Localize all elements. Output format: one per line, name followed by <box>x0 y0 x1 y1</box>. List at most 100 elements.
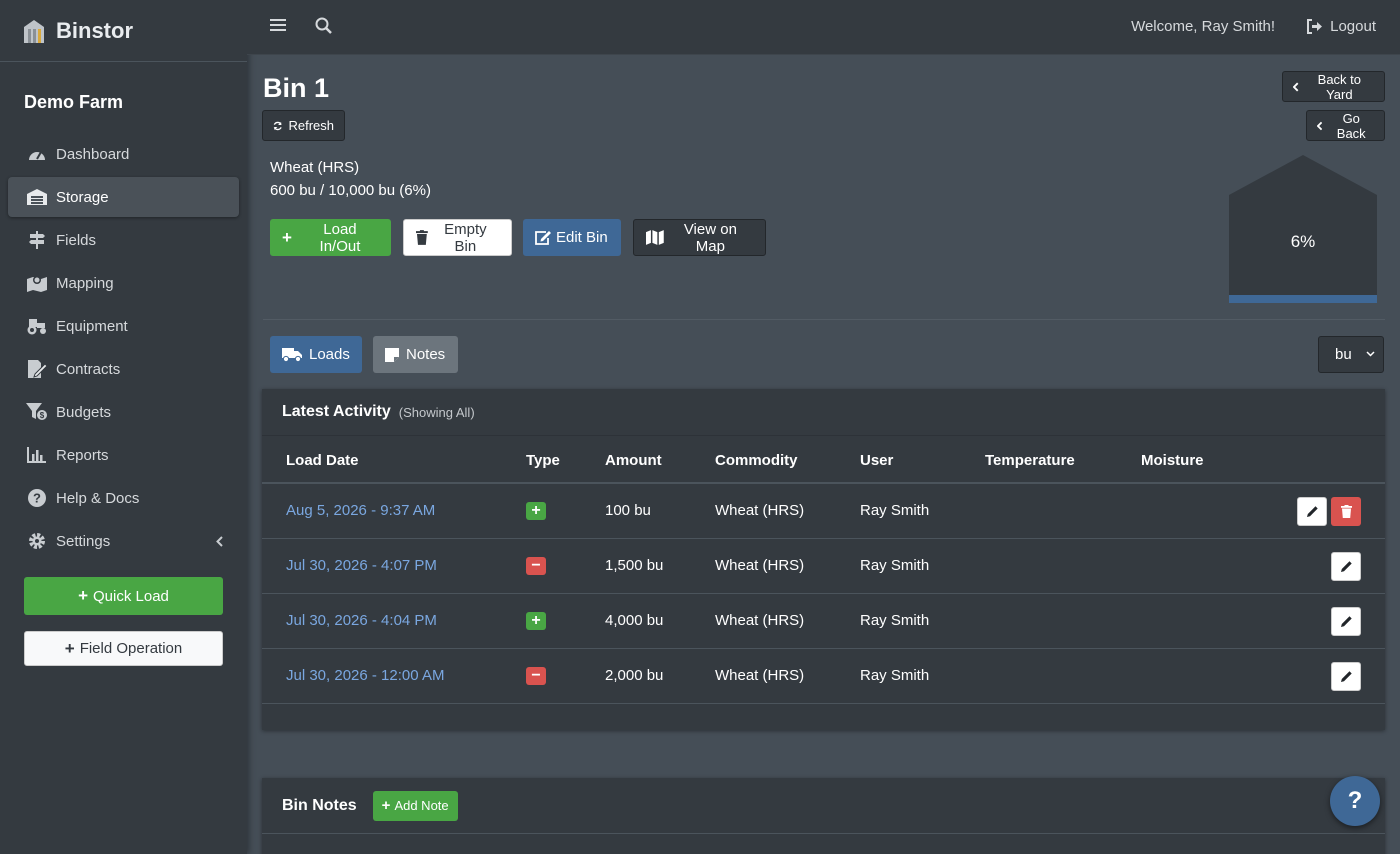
tractor-icon <box>26 316 48 336</box>
hamburger-menu-icon[interactable] <box>270 17 286 37</box>
edit-load-button[interactable] <box>1331 607 1361 636</box>
load-date-link[interactable]: Jul 30, 2026 - 4:07 PM <box>286 557 437 574</box>
tab-loads[interactable]: Loads <box>270 336 362 373</box>
latest-activity-title: Latest Activity <box>282 403 391 420</box>
sidebar-item-label: Reports <box>56 446 109 464</box>
column-header[interactable]: User <box>860 452 893 469</box>
sidebar-item-reports[interactable]: Reports <box>8 435 239 475</box>
load-in-badge: + <box>526 502 546 520</box>
sidebar-item-contracts[interactable]: Contracts <box>8 349 239 389</box>
brand[interactable]: Binstor <box>0 0 247 62</box>
sidebar-item-equipment[interactable]: Equipment <box>8 306 239 346</box>
sign-out-icon <box>1307 19 1323 34</box>
search-icon[interactable] <box>315 17 333 39</box>
bin-notes-card: Bin Notes + Add Note <box>262 778 1385 854</box>
bin-amount: 600 bu / 10,000 bu (6%) <box>270 182 431 199</box>
load-amount: 1,500 bu <box>605 557 664 574</box>
unit-select[interactable]: bu <box>1318 336 1384 373</box>
column-header[interactable]: Amount <box>605 452 662 469</box>
load-commodity: Wheat (HRS) <box>715 557 805 574</box>
topbar: Welcome, Ray Smith! Logout <box>247 0 1400 55</box>
pencil-icon <box>1340 561 1352 572</box>
chevron-down-icon <box>1366 351 1375 357</box>
bin-commodity: Wheat (HRS) <box>270 159 360 176</box>
field-operation-button[interactable]: + Field Operation <box>24 631 223 666</box>
sidebar-item-help[interactable]: ? Help & Docs <box>8 478 239 518</box>
back-to-yard-button[interactable]: Back to Yard <box>1282 71 1385 102</box>
load-amount: 100 bu <box>605 502 651 519</box>
pencil-icon <box>1340 616 1352 627</box>
go-back-button[interactable]: Go Back <box>1306 110 1385 141</box>
table-row: Jul 30, 2026 - 12:00 AM − 2,000 bu Wheat… <box>262 649 1385 704</box>
welcome-text: Welcome, Ray Smith! <box>1131 18 1275 35</box>
refresh-label: Refresh <box>288 118 334 133</box>
column-header[interactable]: Type <box>526 452 560 469</box>
edit-bin-button[interactable]: Edit Bin <box>523 219 621 256</box>
view-on-map-label: View on Map <box>683 220 737 255</box>
column-header[interactable]: Moisture <box>1141 452 1204 469</box>
edit-load-button[interactable] <box>1297 497 1327 526</box>
pencil-icon <box>1340 671 1352 682</box>
quick-load-label: Quick Load <box>93 587 169 605</box>
sidebar-item-settings[interactable]: Settings <box>8 521 239 561</box>
column-header[interactable]: Commodity <box>715 452 798 469</box>
dashboard-gauge-icon <box>26 144 48 164</box>
quick-load-button[interactable]: + Quick Load <box>24 577 223 615</box>
plus-icon: + <box>78 586 89 605</box>
sidebar-item-dashboard[interactable]: Dashboard <box>8 134 239 174</box>
logout-label: Logout <box>1330 18 1376 35</box>
plus-icon: + <box>282 227 292 247</box>
plus-icon: + <box>64 638 75 658</box>
sidebar-item-label: Help & Docs <box>56 489 140 507</box>
empty-bin-label: Empty Bin <box>444 220 487 255</box>
load-in-out-button[interactable]: + Load In/Out <box>270 219 391 256</box>
load-date-link[interactable]: Aug 5, 2026 - 9:37 AM <box>286 502 435 519</box>
edit-load-button[interactable] <box>1331 662 1361 691</box>
sidebar-item-budgets[interactable]: $ Budgets <box>8 392 239 432</box>
column-header[interactable]: Load Date <box>286 452 359 469</box>
trash-icon <box>416 230 428 245</box>
table-row: Jul 30, 2026 - 4:07 PM − 1,500 bu Wheat … <box>262 539 1385 594</box>
add-note-button[interactable]: + Add Note <box>372 790 458 821</box>
load-date-link[interactable]: Jul 30, 2026 - 12:00 AM <box>286 667 444 684</box>
unit-select-value: bu <box>1335 346 1352 363</box>
sidebar-item-label: Mapping <box>56 274 114 292</box>
edit-bin-label: Edit Bin <box>556 229 608 246</box>
delete-load-button[interactable] <box>1331 497 1361 526</box>
load-amount: 4,000 bu <box>605 612 664 629</box>
edit-icon <box>535 231 551 245</box>
sticky-note-icon <box>385 347 399 362</box>
sidebar-item-mapping[interactable]: Mapping <box>8 263 239 303</box>
plus-icon: + <box>381 797 391 814</box>
load-commodity: Wheat (HRS) <box>715 667 805 684</box>
map-marker-icon <box>26 273 48 293</box>
empty-bin-button[interactable]: Empty Bin <box>403 219 512 256</box>
question-circle-icon: ? <box>26 488 48 508</box>
pencil-icon <box>1306 506 1318 517</box>
load-user: Ray Smith <box>860 557 930 574</box>
chevron-left-icon <box>1317 121 1323 130</box>
load-commodity: Wheat (HRS) <box>715 612 805 629</box>
svg-text:?: ? <box>33 491 41 506</box>
truck-icon <box>282 348 302 362</box>
logout-link[interactable]: Logout <box>1306 18 1376 35</box>
refresh-button[interactable]: Refresh <box>262 110 345 141</box>
column-header[interactable]: Temperature <box>985 452 1075 469</box>
trash-icon <box>1340 505 1352 518</box>
sidebar-item-fields[interactable]: Fields <box>8 220 239 260</box>
table-row: Aug 5, 2026 - 9:37 AM + 100 bu Wheat (HR… <box>262 484 1385 539</box>
svg-text:$: $ <box>40 411 45 420</box>
sidebar-item-storage[interactable]: Storage <box>8 177 239 217</box>
back-to-yard-label: Back to Yard <box>1317 71 1362 102</box>
signpost-icon <box>26 230 48 250</box>
tab-notes[interactable]: Notes <box>373 336 458 373</box>
add-note-label: Add Note <box>394 798 449 813</box>
sidebar-item-label: Equipment <box>56 317 128 335</box>
table-header: Load Date Type Amount Commodity User Tem… <box>262 436 1385 484</box>
edit-load-button[interactable] <box>1331 552 1361 581</box>
help-fab-button[interactable]: ? <box>1330 776 1380 826</box>
view-on-map-button[interactable]: View on Map <box>633 219 766 256</box>
load-date-link[interactable]: Jul 30, 2026 - 4:04 PM <box>286 612 437 629</box>
tab-loads-label: Loads <box>309 346 350 363</box>
bin-fill-graphic: 6% <box>1229 155 1377 303</box>
